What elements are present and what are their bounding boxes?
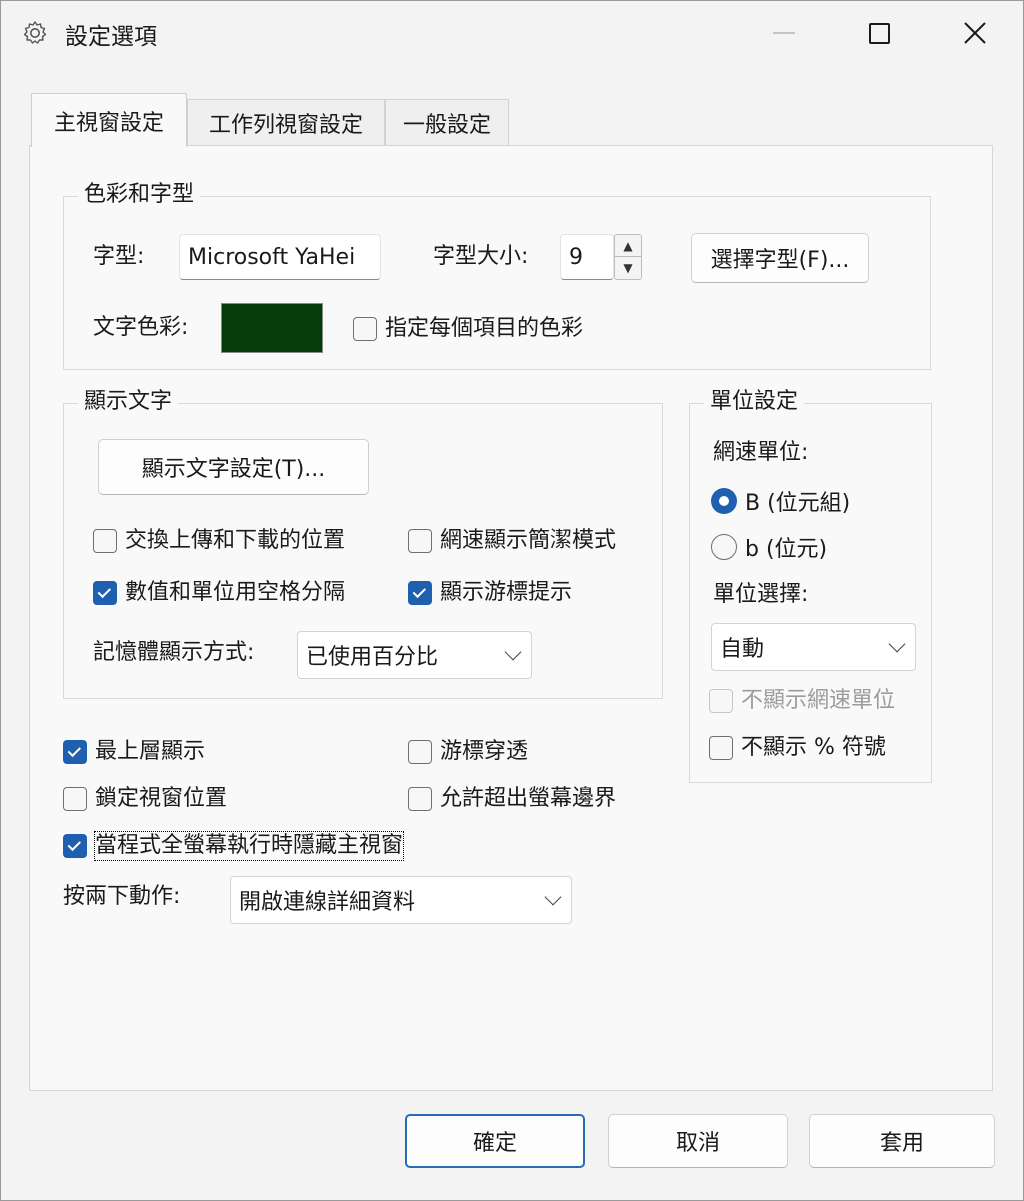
per-item-color-checkbox[interactable]: 指定每個項目的色彩 <box>353 315 583 343</box>
checkbox-label: 游標穿透 <box>440 739 529 764</box>
checkbox-label: 顯示游標提示 <box>440 580 573 605</box>
checkbox-label: 不顯示 % 符號 <box>741 735 886 760</box>
checkbox-label: 鎖定視窗位置 <box>95 786 228 811</box>
tab-label: 主視窗設定 <box>53 110 164 136</box>
memory-display-label: 記憶體顯示方式: <box>93 640 255 665</box>
checkbox-label: 指定每個項目的色彩 <box>385 316 584 341</box>
tab-label: 一般設定 <box>402 113 491 138</box>
dropdown-value: 已使用百分比 <box>306 645 439 670</box>
font-label: 字型: <box>93 244 145 269</box>
cancel-button[interactable]: 取消 <box>608 1114 788 1168</box>
color-font-group: 色彩和字型 <box>63 181 931 370</box>
group-title: 色彩和字型 <box>78 181 201 209</box>
font-name-value: Microsoft YaHei <box>188 244 356 270</box>
chevron-down-icon <box>544 888 562 906</box>
font-size-label: 字型大小: <box>433 244 529 269</box>
font-name-field[interactable]: Microsoft YaHei <box>179 234 381 280</box>
checkbox-label: 交換上傳和下載的位置 <box>125 528 346 553</box>
chevron-down-icon <box>504 643 522 661</box>
show-tooltip-checkbox[interactable]: 顯示游標提示 <box>408 579 572 607</box>
tab-label: 工作列視窗設定 <box>208 113 363 138</box>
group-title: 單位設定 <box>704 388 805 416</box>
button-label: 選擇字型(F)... <box>710 248 850 273</box>
double-click-action-dropdown[interactable]: 開啟連線詳細資料 <box>230 876 572 924</box>
checkbox-box <box>93 581 117 605</box>
checkbox-label: 不顯示網速單位 <box>741 688 896 713</box>
checkbox-box <box>709 689 733 713</box>
unit-select-label: 單位選擇: <box>713 582 809 607</box>
mouse-passthrough-checkbox[interactable]: 游標穿透 <box>408 738 528 766</box>
close-icon <box>964 22 986 44</box>
checkbox-box <box>408 740 432 764</box>
button-label: 確定 <box>472 1131 517 1156</box>
checkbox-box <box>353 317 377 341</box>
lock-position-checkbox[interactable]: 鎖定視窗位置 <box>63 785 227 813</box>
button-label: 顯示文字設定(T)... <box>141 457 326 482</box>
minimize-button[interactable] <box>736 1 832 65</box>
minimize-icon <box>773 32 795 34</box>
button-label: 套用 <box>879 1131 924 1156</box>
checkbox-box <box>408 581 432 605</box>
checkbox-box <box>709 736 733 760</box>
text-color-swatch[interactable] <box>221 303 323 353</box>
hide-speed-unit-checkbox[interactable]: 不顯示網速單位 <box>709 687 895 715</box>
maximize-icon <box>868 22 890 44</box>
allow-offscreen-checkbox[interactable]: 允許超出螢幕邊界 <box>408 785 616 813</box>
dropdown-value: 開啟連線詳細資料 <box>239 890 416 915</box>
memory-display-dropdown[interactable]: 已使用百分比 <box>297 631 532 679</box>
tab-general[interactable]: 一般設定 <box>385 99 509 146</box>
double-click-label: 按兩下動作: <box>63 884 181 909</box>
checkbox-label: 數值和單位用空格分隔 <box>125 580 346 605</box>
unit-select-dropdown[interactable]: 自動 <box>711 623 916 671</box>
radio-label: B (位元組) <box>745 491 851 516</box>
title-bar: 設定選項 <box>1 1 1023 65</box>
tab-main-window[interactable]: 主視窗設定 <box>31 93 187 147</box>
checkbox-label: 當程式全螢幕執行時隱藏主視窗 <box>93 831 405 861</box>
checkbox-box <box>63 834 87 858</box>
checkbox-label: 網速顯示簡潔模式 <box>440 528 617 553</box>
checkbox-box <box>408 529 432 553</box>
chevron-down-icon <box>888 635 906 653</box>
bytes-radio[interactable]: B (位元組) <box>711 485 850 517</box>
compact-mode-checkbox[interactable]: 網速顯示簡潔模式 <box>408 527 616 555</box>
checkbox-box <box>63 740 87 764</box>
font-size-spinner[interactable]: ▲ ▼ <box>614 234 642 280</box>
spin-up-icon[interactable]: ▲ <box>615 235 641 257</box>
space-separator-checkbox[interactable]: 數值和單位用空格分隔 <box>93 579 345 607</box>
close-button[interactable] <box>927 1 1023 65</box>
dropdown-value: 自動 <box>720 637 765 662</box>
maximize-button[interactable] <box>831 1 927 65</box>
checkbox-box <box>63 787 87 811</box>
display-text-settings-button[interactable]: 顯示文字設定(T)... <box>98 439 369 495</box>
swap-updown-checkbox[interactable]: 交換上傳和下載的位置 <box>93 527 345 555</box>
gear-icon <box>23 21 47 44</box>
font-size-value: 9 <box>569 244 583 270</box>
settings-dialog: 設定選項 主視窗設定 工作列視窗設定 一般設定 色彩和字型 字型: Micros… <box>0 0 1024 1201</box>
checkbox-box <box>408 787 432 811</box>
speed-unit-label: 網速單位: <box>713 440 809 465</box>
text-color-label: 文字色彩: <box>93 315 189 340</box>
checkbox-label: 允許超出螢幕邊界 <box>440 786 617 811</box>
spin-down-icon[interactable]: ▼ <box>615 257 641 279</box>
hide-on-fullscreen-checkbox[interactable]: 當程式全螢幕執行時隱藏主視窗 <box>63 831 405 861</box>
always-on-top-checkbox[interactable]: 最上層顯示 <box>63 738 205 766</box>
radio-label: b (位元) <box>745 537 828 562</box>
window-title: 設定選項 <box>65 24 157 50</box>
radio-dot <box>711 488 737 514</box>
tab-taskbar-window[interactable]: 工作列視窗設定 <box>187 99 385 146</box>
font-size-field[interactable]: 9 <box>560 234 614 280</box>
checkbox-label: 最上層顯示 <box>95 739 206 764</box>
radio-dot <box>711 534 737 560</box>
group-title: 顯示文字 <box>78 388 179 416</box>
checkbox-box <box>93 529 117 553</box>
apply-button[interactable]: 套用 <box>809 1114 995 1168</box>
choose-font-button[interactable]: 選擇字型(F)... <box>691 233 869 283</box>
hide-percent-checkbox[interactable]: 不顯示 % 符號 <box>709 734 886 762</box>
button-label: 取消 <box>675 1131 720 1156</box>
bits-radio[interactable]: b (位元) <box>711 531 827 563</box>
ok-button[interactable]: 確定 <box>405 1114 585 1168</box>
